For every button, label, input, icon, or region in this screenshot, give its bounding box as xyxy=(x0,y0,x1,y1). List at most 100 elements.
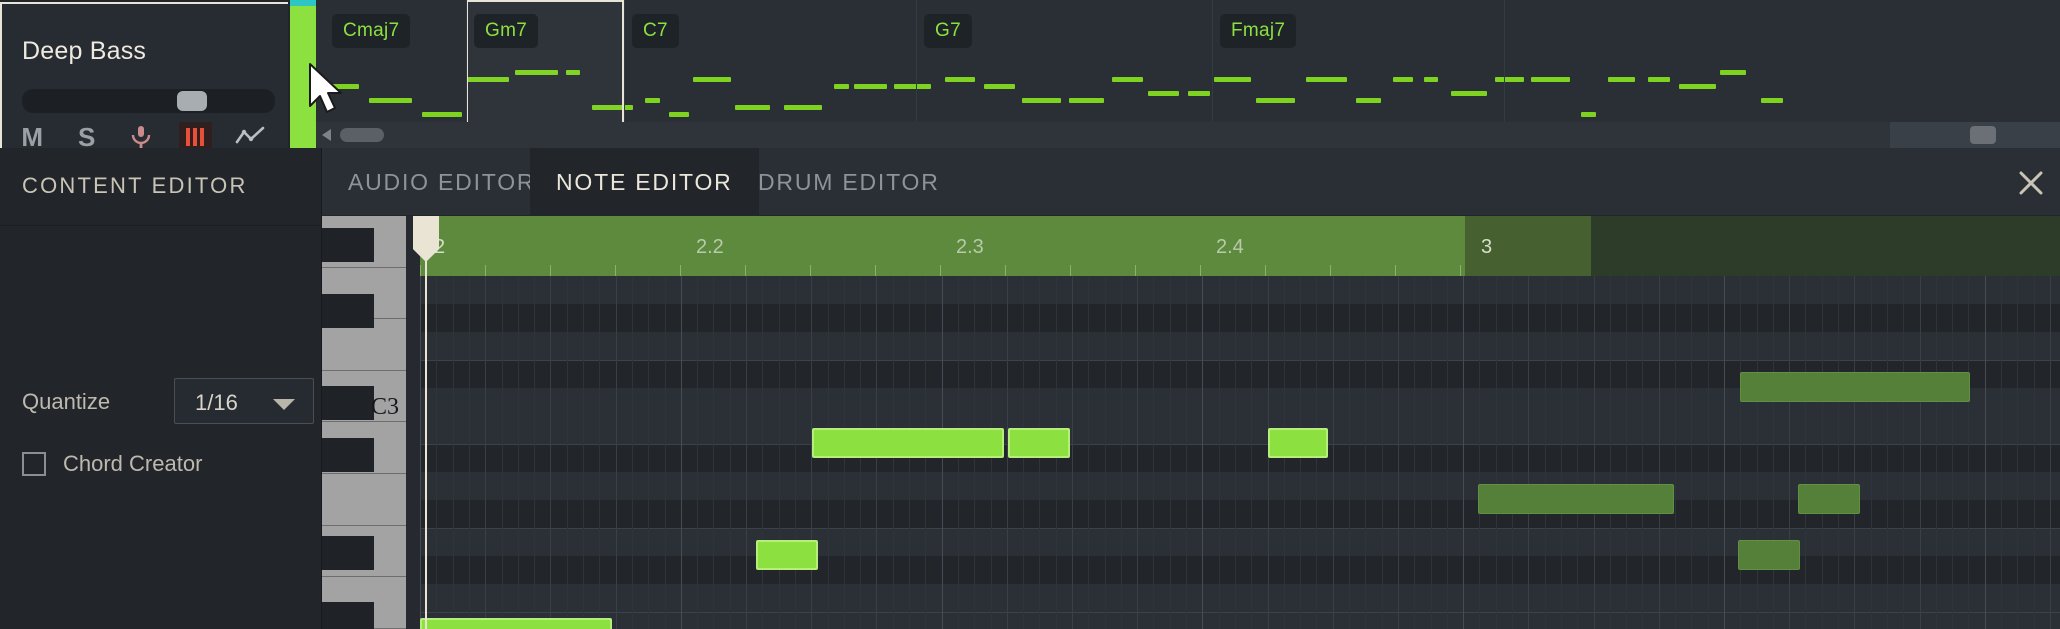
midi-note[interactable] xyxy=(1740,372,1970,402)
chord-badge[interactable]: Gm7 xyxy=(474,14,539,48)
tab-drum-editor[interactable]: DRUM EDITOR xyxy=(732,148,966,216)
grid-line xyxy=(534,276,535,629)
tab-label: DRUM EDITOR xyxy=(758,168,940,195)
midi-note[interactable] xyxy=(1008,428,1070,458)
arrangement-hscrollbar[interactable] xyxy=(316,122,2060,148)
piano-black-key[interactable] xyxy=(322,386,374,420)
ruler-inactive-region xyxy=(1591,216,2060,276)
grid-line xyxy=(1822,276,1823,629)
track-header[interactable]: Deep Bass M S xyxy=(0,2,288,152)
grid-line xyxy=(1740,276,1741,629)
grid-line xyxy=(713,276,714,629)
piano-keyboard[interactable]: C3 xyxy=(322,216,406,629)
clip-mini-note xyxy=(1256,98,1295,103)
chord-creator-checkbox[interactable] xyxy=(22,452,46,476)
chord-badge[interactable]: G7 xyxy=(924,14,972,48)
grid-line xyxy=(681,276,682,629)
clip-mini-note xyxy=(693,77,731,82)
mouse-cursor xyxy=(309,63,342,113)
grid-line xyxy=(1479,276,1480,629)
piano-black-key[interactable] xyxy=(322,294,374,328)
clip-mini-note xyxy=(834,84,849,89)
grid-row xyxy=(420,612,2060,629)
octave-line xyxy=(420,612,2060,613)
secondary-scrollbar[interactable] xyxy=(1890,122,2060,148)
hscroll-thumb[interactable] xyxy=(340,128,384,142)
grid-row xyxy=(420,584,2060,612)
grid-line xyxy=(1105,276,1106,629)
chord-badge[interactable]: Fmaj7 xyxy=(1220,14,1297,48)
grid-line xyxy=(1903,276,1904,629)
piano-white-key[interactable] xyxy=(322,474,406,526)
ruler-tick xyxy=(485,265,486,276)
tab-note-editor[interactable]: NOTE EDITOR xyxy=(530,148,759,216)
piano-black-key[interactable] xyxy=(322,536,374,570)
midi-note[interactable] xyxy=(1798,484,1860,514)
tab-label: AUDIO EDITOR xyxy=(348,168,536,195)
grid-line xyxy=(1333,276,1334,629)
grid-line xyxy=(1414,276,1415,629)
grid-line xyxy=(1463,276,1464,629)
track-volume-slider[interactable] xyxy=(22,89,275,113)
chevron-down-icon xyxy=(273,399,295,410)
grid-line xyxy=(795,276,796,629)
editor-sidebar: CONTENT EDITOR Quantize 1/16 Chord Creat… xyxy=(0,148,322,629)
grid-line xyxy=(1382,276,1383,629)
clip-mini-note xyxy=(1531,77,1570,82)
clip-mini-note xyxy=(1393,77,1413,82)
grid-line xyxy=(469,276,470,629)
grid-line xyxy=(1398,276,1399,629)
ruler-tick xyxy=(420,265,421,276)
octave-line xyxy=(420,444,2060,445)
clip-mini-note xyxy=(1451,91,1487,96)
midi-note[interactable] xyxy=(1738,540,1800,570)
timeline-ruler[interactable]: 2 2.2 2.3 2.4 3 xyxy=(420,216,2060,276)
midi-note[interactable] xyxy=(1478,484,1674,514)
midi-note[interactable] xyxy=(756,540,818,570)
close-icon[interactable] xyxy=(2018,170,2044,196)
grid-line xyxy=(1724,276,1725,629)
grid-line xyxy=(599,276,600,629)
clip-mini-note xyxy=(945,77,975,82)
note-grid[interactable] xyxy=(420,276,2060,629)
piano-black-key[interactable] xyxy=(322,602,374,629)
piano-black-key[interactable] xyxy=(322,438,374,472)
grid-line xyxy=(1968,276,1969,629)
tab-audio-editor[interactable]: AUDIO EDITOR xyxy=(322,148,561,216)
midi-note[interactable] xyxy=(1268,428,1328,458)
secondary-scroll-thumb[interactable] xyxy=(1970,126,1996,144)
ruler-label: 2.2 xyxy=(696,236,724,258)
grid-line xyxy=(1186,276,1187,629)
midi-note[interactable] xyxy=(420,618,612,629)
chord-badge[interactable]: Cmaj7 xyxy=(332,14,411,48)
scroll-left-icon[interactable] xyxy=(322,129,331,141)
clip-mini-note xyxy=(422,112,462,117)
sidebar-title: CONTENT EDITOR xyxy=(22,173,248,198)
grid-line xyxy=(1757,276,1758,629)
chord-creator-checkbox-row[interactable]: Chord Creator xyxy=(22,451,202,477)
grid-line xyxy=(1219,276,1220,629)
ruler-label: 2.4 xyxy=(1216,236,1244,258)
chord-badge[interactable]: C7 xyxy=(632,14,679,48)
midi-note[interactable] xyxy=(812,428,1004,458)
piano-black-key[interactable] xyxy=(322,228,374,262)
keyboard-gutter xyxy=(406,216,420,629)
track-name: Deep Bass xyxy=(22,37,147,65)
content-editor-panel: CONTENT EDITOR Quantize 1/16 Chord Creat… xyxy=(0,148,2060,629)
grid-row xyxy=(420,332,2060,360)
slider-knob[interactable] xyxy=(177,91,207,111)
ruler-tick xyxy=(1070,265,1071,276)
grid-line xyxy=(1528,276,1529,629)
clip-mini-note xyxy=(1069,98,1104,103)
grid-line xyxy=(1121,276,1122,629)
grid-row xyxy=(420,528,2060,556)
playhead[interactable] xyxy=(413,216,439,629)
grid-line xyxy=(1789,276,1790,629)
clip-mini-note xyxy=(566,70,580,75)
grid-line xyxy=(1088,276,1089,629)
grid-line xyxy=(730,276,731,629)
clip-mini-note xyxy=(1581,112,1596,117)
grid-line xyxy=(1887,276,1888,629)
editor-tabbar: AUDIO EDITOR NOTE EDITOR DRUM EDITOR xyxy=(322,148,2060,216)
quantize-select[interactable]: 1/16 xyxy=(174,378,314,424)
